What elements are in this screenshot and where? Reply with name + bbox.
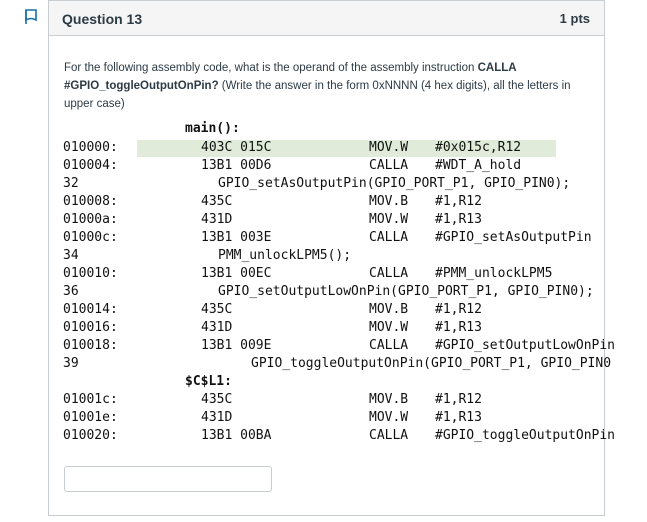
code-opcode: 13B1 00EC xyxy=(201,266,272,281)
code-mnemonic: CALLA xyxy=(369,338,409,353)
code-mnemonic: CALLA xyxy=(369,158,409,173)
code-address: 010000: xyxy=(63,140,118,155)
code-operand: #1,R12 xyxy=(435,392,482,407)
code-address: 01001c: xyxy=(63,392,118,407)
question-header: Question 13 1 pts xyxy=(25,1,604,36)
code-address: 32 xyxy=(63,176,79,191)
code-address: 010004: xyxy=(63,158,118,173)
code-mnemonic: MOV.W xyxy=(369,410,409,425)
code-source-line: GPIO_toggleOutputOnPin(GPIO_PORT_P1, GPI… xyxy=(251,356,612,371)
code-mnemonic: MOV.B xyxy=(369,194,409,209)
code-operand: #WDT_A_hold xyxy=(435,158,522,173)
code-address: 39 xyxy=(63,356,79,371)
code-operand: #1,R13 xyxy=(435,410,482,425)
code-mnemonic: MOV.B xyxy=(369,302,409,317)
code-opcode: 435C xyxy=(201,302,233,317)
code-address: 010020: xyxy=(63,428,118,443)
code-operand: #PMM_unlockLPM5 xyxy=(435,266,553,281)
code-mnemonic: MOV.B xyxy=(369,392,409,407)
code-opcode: 13B1 009E xyxy=(201,338,272,353)
question-card: Question 13 1 pts For the following asse… xyxy=(25,0,615,516)
code-operand: #0x015c,R12 xyxy=(435,140,522,155)
code-opcode: 13B1 003E xyxy=(201,230,272,245)
code-address: 010016: xyxy=(63,320,118,335)
code-operand: #GPIO_setOutputLowOnPin xyxy=(435,338,616,353)
question-points: 1 pts xyxy=(559,11,590,26)
question-text: For the following assembly code, what is… xyxy=(64,59,594,113)
code-label-main: main(): xyxy=(185,121,240,136)
question-title: Question 13 xyxy=(62,11,143,27)
code-opcode: 13B1 00D6 xyxy=(201,158,272,173)
assembly-code-block: main(): 010000: 403C 015C MOV.W #0x015c,R12 0… xyxy=(63,121,615,451)
answer-input[interactable] xyxy=(64,466,272,492)
code-opcode: 431D xyxy=(201,320,233,335)
code-label-ccl1: $C$L1: xyxy=(185,374,232,389)
code-opcode: 435C xyxy=(201,392,233,407)
code-mnemonic: CALLA xyxy=(369,428,409,443)
code-operand: #GPIO_setAsOutputPin xyxy=(435,230,592,245)
code-address: 010008: xyxy=(63,194,118,209)
code-mnemonic: MOV.W xyxy=(369,320,409,335)
flag-question-icon[interactable] xyxy=(24,9,38,25)
code-operand: #GPIO_toggleOutputOnPin xyxy=(435,428,616,443)
code-opcode: 13B1 00BA xyxy=(201,428,272,443)
code-opcode: 435C xyxy=(201,194,233,209)
code-address: 010018: xyxy=(63,338,118,353)
code-mnemonic: CALLA xyxy=(369,266,409,281)
code-address: 010014: xyxy=(63,302,118,317)
code-mnemonic: CALLA xyxy=(369,230,409,245)
code-mnemonic: MOV.W xyxy=(369,212,409,227)
code-source-line: GPIO_setOutputLowOnPin(GPIO_PORT_P1, GPI… xyxy=(218,284,594,299)
code-opcode: 431D xyxy=(201,212,233,227)
question-text-pre: For the following assembly code, what is… xyxy=(64,62,478,74)
code-address: 01000c: xyxy=(63,230,118,245)
code-opcode: 403C 015C xyxy=(201,140,272,155)
code-operand: #1,R12 xyxy=(435,302,482,317)
code-operand: #1,R12 xyxy=(435,194,482,209)
code-source-line: GPIO_setAsOutputPin(GPIO_PORT_P1, GPIO_P… xyxy=(218,176,571,191)
code-opcode: 431D xyxy=(201,410,233,425)
code-address: 01001e: xyxy=(63,410,118,425)
code-address: 36 xyxy=(63,284,79,299)
code-address: 34 xyxy=(63,248,79,263)
code-operand: #1,R13 xyxy=(435,320,482,335)
code-address: 010010: xyxy=(63,266,118,281)
code-address: 01000a: xyxy=(63,212,118,227)
code-source-line: PMM_unlockLPM5(); xyxy=(218,248,352,263)
code-operand: #1,R13 xyxy=(435,212,482,227)
code-mnemonic: MOV.W xyxy=(369,140,409,155)
